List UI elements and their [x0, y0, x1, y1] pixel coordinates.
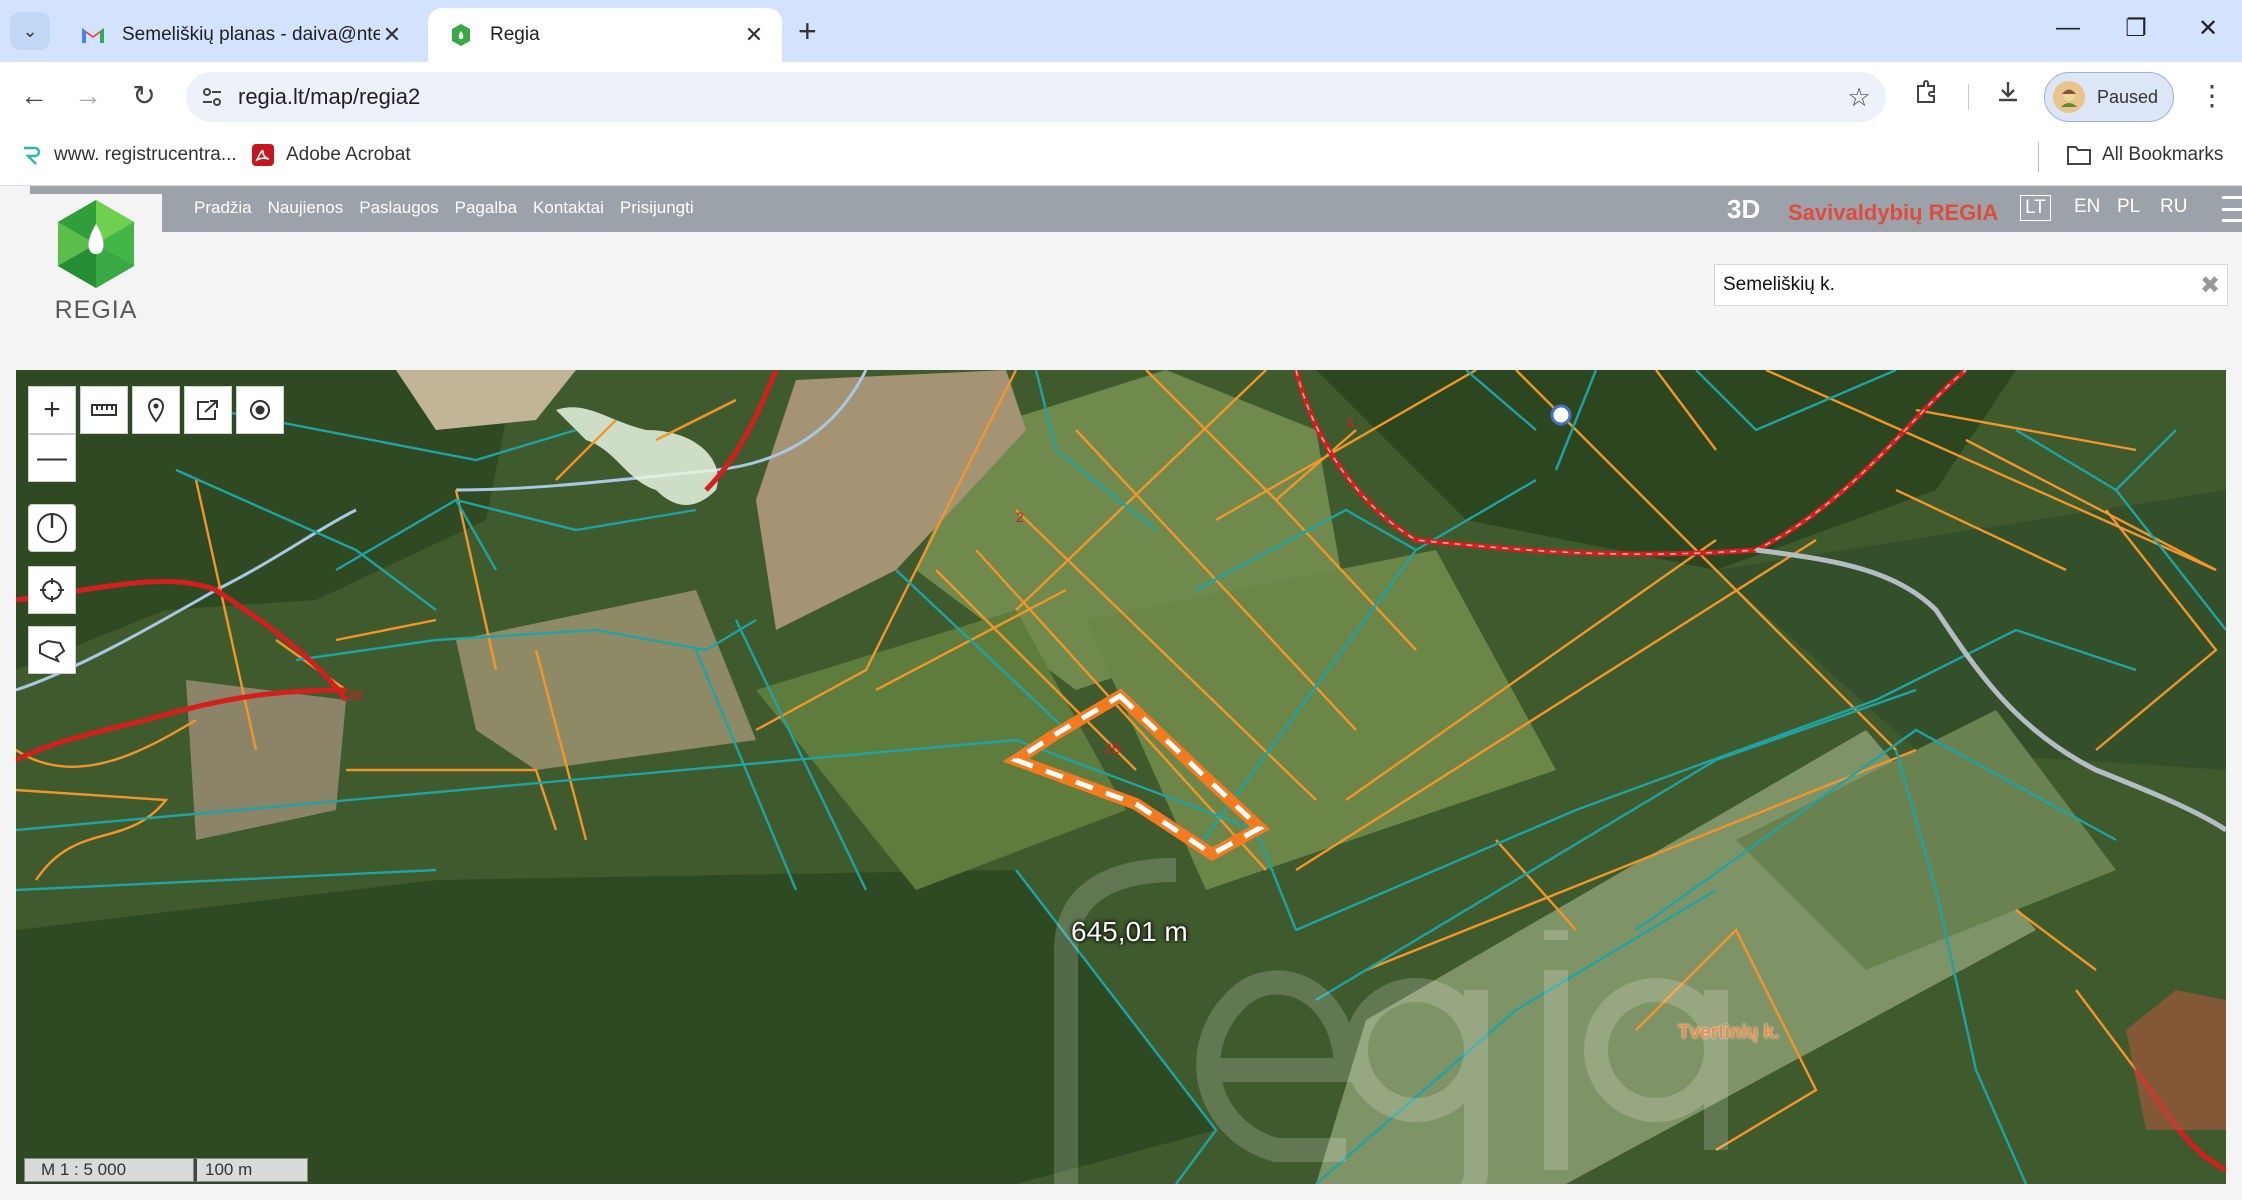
menu-item-pagalba[interactable]: Pagalba [455, 198, 517, 218]
folder-icon [2066, 142, 2092, 168]
menu-item-prisijungti[interactable]: Prisijungti [620, 198, 694, 218]
browser-tab-strip: ⌄ Semeliškių planas - daiva@ntek ✕ Regia… [0, 0, 2242, 62]
tab-regia[interactable]: Regia ✕ [428, 8, 782, 62]
bookmark-registrucentras[interactable]: www. registrucentra... [18, 142, 237, 168]
place-search-input[interactable] [1715, 274, 2193, 296]
main-menu: Pradžia Naujienos Paslaugos Pagalba Kont… [194, 198, 694, 218]
measure-distance-button[interactable] [80, 386, 128, 434]
tab-title: Semeliškių planas - daiva@ntek [122, 24, 380, 45]
locate-button[interactable] [236, 386, 284, 434]
compass-icon [37, 513, 67, 543]
forward-icon[interactable]: → [70, 78, 106, 114]
map-viewport[interactable]: 3 2 2B 2B + — 645,01 m Tvertinių k. M 1 … [16, 370, 2226, 1184]
clear-search-icon[interactable]: ✖ [2193, 271, 2227, 300]
map-scale: M 1 : 5 000 100 m [24, 1158, 308, 1182]
menu-item-kontaktai[interactable]: Kontaktai [533, 198, 604, 218]
ruler-icon [91, 404, 117, 416]
place-search-box: ✖ [1714, 264, 2228, 306]
orthophoto-map[interactable]: 3 2 2B 2B [16, 370, 2226, 1184]
download-icon[interactable] [1990, 78, 2026, 114]
close-window-icon[interactable]: ✕ [2188, 14, 2228, 43]
zoom-out-button[interactable]: — [28, 434, 76, 482]
share-button[interactable] [184, 386, 232, 434]
plus-icon: + [43, 393, 61, 426]
browser-menu-icon[interactable]: ⋮ [2194, 78, 2230, 114]
toolbar-divider [1968, 84, 1969, 110]
registrucentras-icon [18, 142, 44, 168]
language-ru[interactable]: RU [2156, 195, 2191, 219]
restore-icon[interactable]: ❐ [2116, 14, 2156, 43]
brand-title[interactable]: Savivaldybių REGIA [1788, 200, 1998, 226]
all-bookmarks-button[interactable]: All Bookmarks [2066, 142, 2223, 168]
all-bookmarks-label: All Bookmarks [2102, 144, 2224, 165]
bookmarks-bar: www. registrucentra... Adobe Acrobat All… [0, 130, 2242, 186]
scale-bar: 100 m [194, 1158, 308, 1182]
address-bar[interactable]: regia.lt/map/regia2 ☆ [186, 72, 1886, 122]
profile-button[interactable]: Paused [2044, 72, 2174, 122]
svg-text:2: 2 [1016, 509, 1024, 525]
minimize-icon[interactable]: — [2048, 14, 2088, 42]
scale-ratio: M 1 : 5 000 [24, 1158, 194, 1182]
bookmark-label: www. registrucentra... [54, 144, 237, 165]
minus-icon: — [37, 441, 67, 474]
language-en[interactable]: EN [2070, 195, 2104, 219]
regia-favicon [452, 24, 470, 46]
svg-text:3: 3 [1346, 415, 1354, 431]
draw-area-button[interactable] [28, 626, 76, 674]
menu-item-naujienos[interactable]: Naujienos [268, 198, 344, 218]
share-icon [197, 400, 218, 420]
svg-text:2B: 2B [1104, 740, 1121, 756]
tab-title: Regia [490, 24, 540, 45]
bookmarks-divider [2038, 142, 2039, 172]
zoom-in-button[interactable]: + [28, 386, 76, 434]
site-navigation-bar: Pradžia Naujienos Paslaugos Pagalba Kont… [30, 186, 2242, 232]
gmail-icon [82, 28, 104, 43]
bookmark-adobe-acrobat[interactable]: Adobe Acrobat [250, 142, 411, 168]
measurement-label: 645,01 m [1071, 916, 1188, 947]
new-tab-button[interactable]: + [798, 12, 817, 50]
language-lt[interactable]: LT [2020, 195, 2051, 221]
regia-logo-icon [58, 200, 134, 288]
site-info-icon[interactable] [186, 72, 238, 122]
avatar [2053, 81, 2085, 113]
tab-search-button[interactable]: ⌄ [10, 12, 50, 50]
svg-text:2B: 2B [346, 687, 363, 703]
lasso-icon [39, 639, 66, 663]
reload-icon[interactable]: ↻ [126, 78, 162, 114]
chevron-down-icon: ⌄ [22, 20, 38, 41]
logo-text: REGIA [54, 296, 138, 324]
close-tab-icon[interactable]: ✕ [742, 22, 766, 48]
site-menu-icon[interactable] [2222, 196, 2242, 222]
extensions-icon[interactable] [1908, 78, 1944, 114]
place-marker-button[interactable] [132, 386, 180, 434]
record-icon [250, 400, 270, 420]
browser-toolbar: ← → ↻ regia.lt/map/regia2 ☆ Paused ⋮ [0, 62, 2242, 130]
place-label: Tvertinių k. [1678, 1022, 1780, 1043]
compass-button[interactable] [28, 504, 76, 552]
target-button[interactable] [28, 566, 76, 614]
back-icon[interactable]: ← [16, 78, 52, 114]
language-pl[interactable]: PL [2113, 195, 2144, 219]
regia-logo[interactable]: REGIA [30, 194, 162, 338]
bookmark-star-icon[interactable]: ☆ [1832, 82, 1886, 113]
close-tab-icon[interactable]: ✕ [380, 22, 404, 48]
bookmark-label: Adobe Acrobat [286, 144, 411, 165]
menu-item-paslaugos[interactable]: Paslaugos [359, 198, 438, 218]
map-pin-icon [147, 398, 165, 423]
menu-item-pradzia[interactable]: Pradžia [194, 198, 252, 218]
profile-status: Paused [2097, 86, 2159, 107]
3d-view-button[interactable]: 3D [1727, 194, 1760, 225]
crosshair-icon [40, 578, 64, 602]
url-text: regia.lt/map/regia2 [238, 84, 421, 109]
acrobat-icon [250, 142, 276, 168]
tab-gmail[interactable]: Semeliškių planas - daiva@ntek ✕ [60, 8, 420, 62]
